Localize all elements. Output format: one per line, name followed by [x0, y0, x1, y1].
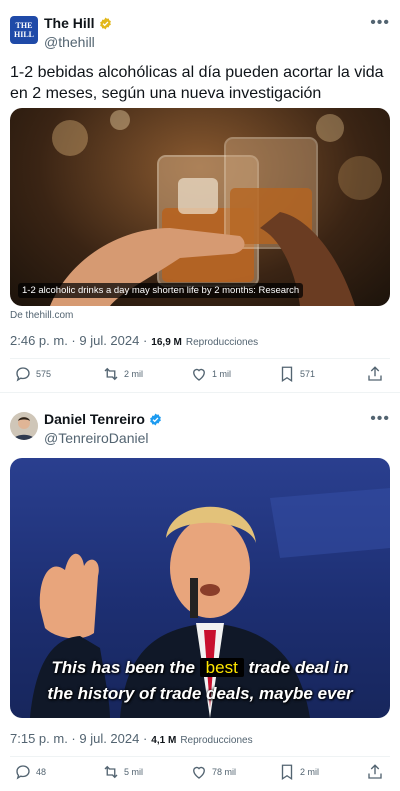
bookmark-icon	[281, 366, 293, 383]
repost-button[interactable]: 2 mil	[102, 365, 143, 383]
display-name[interactable]: The Hill	[44, 14, 112, 32]
views-label: Reproducciones	[180, 735, 253, 746]
media-caption: 1-2 alcoholic drinks a day may shorten l…	[18, 283, 304, 298]
like-button[interactable]: 78 mil	[190, 763, 236, 781]
views-count[interactable]: 16,9 M	[151, 337, 182, 348]
action-bar: 48 5 mil 78 mil 2 mil	[10, 756, 390, 786]
bookmark-count: 571	[300, 369, 316, 379]
display-name-text[interactable]: The Hill	[44, 14, 95, 32]
timestamp[interactable]: 7:15 p. m. · 9 jul. 2024 ·	[10, 731, 147, 746]
repost-count: 5 mil	[124, 767, 144, 777]
tweet-divider	[0, 392, 400, 393]
more-icon[interactable]: •••	[370, 410, 390, 428]
tweet-meta: 2:46 p. m. · 9 jul. 2024 · 16,9 M Reprod…	[10, 333, 258, 348]
avatar-logo-text: THE HILL	[13, 21, 34, 39]
author-names: Daniel Tenreiro @TenreiroDaniel	[44, 410, 162, 447]
repost-count: 2 mil	[124, 369, 144, 379]
action-bar: 575 2 mil 1 mil 571	[10, 358, 390, 388]
reply-button[interactable]: 575	[14, 365, 51, 383]
subtitle-text: trade deal in	[248, 658, 349, 677]
more-icon[interactable]: •••	[370, 14, 390, 32]
tweet-media-image[interactable]: This has been the best trade deal in the…	[10, 458, 390, 718]
tweet-header: Daniel Tenreiro @TenreiroDaniel •••	[10, 410, 390, 446]
timestamp[interactable]: 2:46 p. m. · 9 jul. 2024 ·	[10, 333, 147, 348]
like-count: 78 mil	[212, 767, 237, 777]
verified-badge-icon	[150, 413, 161, 425]
toast-glasses-image	[50, 110, 382, 306]
bookmark-button[interactable]: 571	[278, 365, 315, 383]
like-count: 1 mil	[212, 369, 232, 379]
reply-button[interactable]: 48	[14, 763, 46, 781]
subtitle-text: This has been the	[51, 658, 195, 677]
subtitle-line-2: the history of trade deals, maybe ever	[47, 684, 353, 703]
tweet-header: THE HILL The Hill @thehill •••	[10, 14, 390, 50]
bookmark-count: 2 mil	[300, 767, 320, 777]
handle[interactable]: @thehill	[44, 33, 112, 51]
like-button[interactable]: 1 mil	[190, 365, 231, 383]
reply-count: 48	[36, 767, 47, 777]
share-button[interactable]	[366, 365, 384, 383]
repost-icon	[104, 367, 118, 381]
like-icon	[193, 368, 205, 381]
tweet-text: 1-2 bebidas alcohólicas al día pueden ac…	[10, 64, 384, 102]
display-name[interactable]: Daniel Tenreiro	[44, 410, 162, 428]
avatar[interactable]: THE HILL	[10, 16, 38, 44]
reply-icon	[16, 367, 30, 382]
repost-icon	[104, 765, 118, 779]
avatar[interactable]	[10, 412, 38, 440]
repost-button[interactable]: 5 mil	[102, 763, 143, 781]
reply-icon	[16, 765, 30, 780]
reply-count: 575	[36, 369, 52, 379]
views-label: Reproducciones	[185, 337, 259, 348]
subtitle-line-1: This has been the best trade deal in	[10, 656, 390, 680]
handle[interactable]: @TenreiroDaniel	[44, 429, 162, 447]
bookmark-icon	[281, 764, 293, 781]
share-icon	[368, 366, 382, 381]
like-icon	[193, 766, 205, 779]
bookmark-button[interactable]: 2 mil	[278, 763, 319, 781]
verified-badge-icon	[99, 17, 111, 29]
avatar-portrait	[10, 412, 38, 440]
author-names: The Hill @thehill	[44, 14, 112, 51]
subtitle-highlight: best	[199, 658, 244, 677]
tweet-meta: 7:15 p. m. · 9 jul. 2024 · 4,1 M Reprodu…	[10, 731, 253, 746]
link-source[interactable]: De thehill.com	[10, 310, 73, 321]
tweet-thehill[interactable]: THE HILL The Hill @thehill ••• 1-2 bebid…	[0, 0, 400, 396]
tweet-tenreiro[interactable]: Daniel Tenreiro @TenreiroDaniel ••• This…	[0, 396, 400, 791]
display-name-text[interactable]: Daniel Tenreiro	[44, 410, 145, 428]
tweet-media-link-card[interactable]: 1-2 alcoholic drinks a day may shorten l…	[10, 108, 390, 306]
views-count[interactable]: 4,1 M	[151, 735, 176, 746]
share-button[interactable]	[366, 763, 384, 781]
share-icon	[368, 764, 382, 779]
